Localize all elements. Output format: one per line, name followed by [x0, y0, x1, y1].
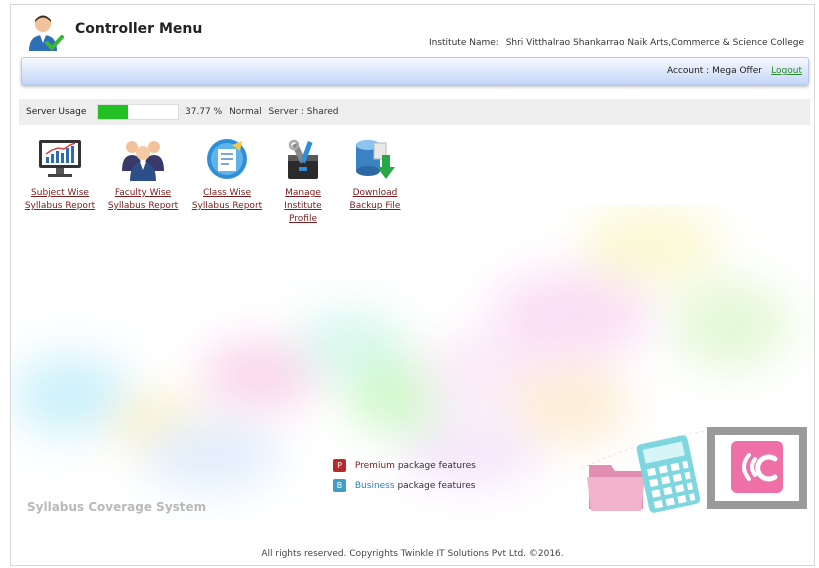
- system-name: Syllabus Coverage System: [27, 500, 207, 514]
- institute-name: Institute Name: Shri Vitthalrao Shankarr…: [429, 38, 804, 48]
- server-usage-meter: [97, 104, 179, 120]
- tile-download-backup-label: Download Backup File: [349, 188, 401, 211]
- server-usage-bar: Server Usage 37.77 % Normal Server : Sha…: [19, 99, 810, 125]
- class-report-icon: [207, 139, 247, 179]
- user-avatar-icon: [29, 15, 64, 51]
- monitor-logo-icon: [707, 427, 807, 509]
- premium-badge: P: [333, 459, 346, 472]
- folder-icon: [587, 465, 645, 511]
- group-users-icon: [122, 141, 164, 181]
- account-bar: Account : Mega Offer Logout: [21, 57, 809, 85]
- legend-business: B Business package features: [333, 479, 476, 499]
- tile-subject-wise-label: Subject Wise Syllabus Report: [24, 188, 96, 211]
- page-frame: Controller Menu Institute Name: Shri Vit…: [10, 4, 815, 566]
- page-title: Controller Menu: [75, 21, 203, 37]
- business-label: Business: [354, 481, 395, 491]
- institute-value: Shri Vitthalrao Shankarrao Naik Arts,Com…: [505, 38, 804, 48]
- tile-manage-institute-label: Manage Institute Profile: [284, 188, 322, 224]
- decorative-illustration: [581, 427, 807, 513]
- package-legend: P Premium package features B Business pa…: [333, 459, 476, 499]
- server-type: Server : Shared: [268, 107, 339, 117]
- server-usage-status: Normal: [229, 107, 262, 117]
- tile-class-wise-report[interactable]: Class Wise Syllabus Report: [187, 137, 267, 213]
- tile-faculty-wise-report[interactable]: Faculty Wise Syllabus Report: [103, 137, 183, 213]
- tile-faculty-wise-label: Faculty Wise Syllabus Report: [107, 188, 179, 211]
- institute-label: Institute Name:: [428, 38, 499, 48]
- database-download-icon: [356, 140, 395, 179]
- logout-link[interactable]: Logout: [771, 66, 802, 76]
- monitor-chart-icon: [39, 140, 81, 177]
- business-badge: B: [333, 479, 346, 492]
- server-usage-info: 37.77 % Normal Server : Shared: [185, 107, 338, 117]
- calculator-icon: [636, 435, 701, 513]
- tools-box-icon: [288, 139, 318, 179]
- legend-premium: P Premium package features: [333, 459, 476, 479]
- tile-download-backup-file[interactable]: Download Backup File: [335, 137, 415, 213]
- premium-suffix: package features: [397, 461, 476, 471]
- menu-tiles: Subject Wise Syllabus Report Faculty Wis…: [11, 137, 814, 237]
- tile-manage-institute-profile[interactable]: Manage Institute Profile: [263, 137, 343, 226]
- tile-subject-wise-report[interactable]: Subject Wise Syllabus Report: [20, 137, 100, 213]
- tile-class-wise-label: Class Wise Syllabus Report: [191, 188, 263, 211]
- business-suffix: package features: [397, 481, 476, 491]
- server-usage-fill: [98, 105, 129, 119]
- account-plan: Account : Mega Offer: [666, 66, 762, 76]
- footer-copyright: All rights reserved. Copyrights Twinkle …: [261, 549, 564, 559]
- server-usage-label: Server Usage: [26, 107, 87, 117]
- premium-label: Premium: [354, 461, 395, 471]
- server-usage-percent: 37.77 %: [185, 107, 223, 117]
